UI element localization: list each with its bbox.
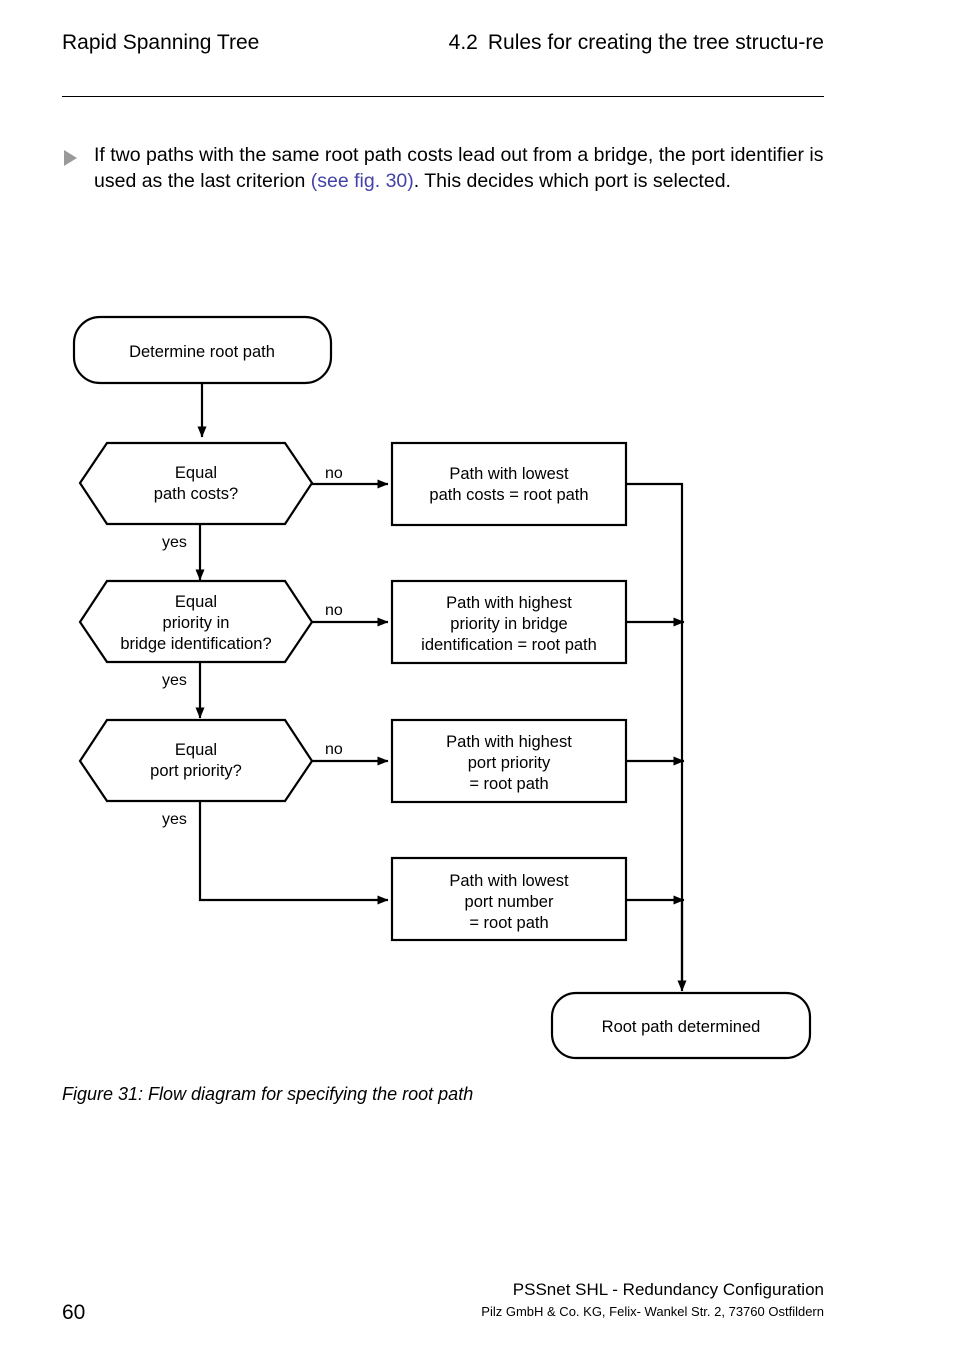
flow-action-highest-priority-bridge-identification: Path with highest priority in bridge ide… [390, 579, 628, 665]
document-page: Rapid Spanning Tree 4.2 Rules for creatin… [0, 0, 954, 1354]
footer-company-address: Pilz GmbH & Co. KG, Felix- Wankel Str. 2… [481, 1304, 824, 1319]
flow-edge-label-no-2: no [325, 602, 343, 619]
flow-action-4-line-2: port number [465, 893, 554, 911]
flow-edge-label-yes-1: yes [162, 534, 187, 551]
flow-decision-equal-priority-bridge-identification: Equal priority in bridge identification? [78, 579, 314, 664]
flow-decision-equal-port-priority: Equal port priority? [78, 718, 314, 803]
flow-decision-2-line-1: Equal [175, 593, 217, 611]
flow-node-start-label: Determine root path [129, 343, 275, 361]
triangle-bullet-icon [64, 150, 77, 166]
flow-decision-1-line-1: Equal [175, 464, 217, 482]
page-number: 60 [62, 1301, 86, 1324]
flow-action-4-line-1: Path with lowest [449, 872, 569, 890]
paragraph-text-end: . This decides which port is selected. [413, 170, 731, 192]
header-section-title: Rules for creating the tree structu-re [487, 31, 824, 54]
flow-action-lowest-path-costs: Path with lowest path costs = root path [390, 441, 628, 527]
flow-action-2-line-3: identification = root path [421, 636, 597, 654]
flow-diagram: Determine root path Equal path costs? no… [0, 295, 954, 1075]
flow-edge-label-no-1: no [325, 465, 343, 482]
flow-action-3-line-1: Path with highest [446, 733, 572, 751]
bullet-paragraph: If two paths with the same root path cos… [62, 142, 834, 194]
flow-decision-2-line-2: priority in [163, 614, 230, 632]
header-section: 4.2 Rules for creating the tree structu-r… [404, 28, 824, 58]
flow-action-4-line-3: = root path [469, 914, 548, 932]
flow-decision-2-line-3: bridge identification? [120, 635, 271, 653]
flow-action-3-line-2: port priority [468, 754, 551, 772]
flow-node-start: Determine root path [72, 315, 333, 385]
figure-caption: Figure 31: Flow diagram for specifying t… [62, 1084, 474, 1104]
bullet-paragraph-text: If two paths with the same root path cos… [94, 142, 834, 194]
figure-30-link[interactable]: (see fig. 30) [311, 170, 414, 192]
footer-imprint: PSSnet SHL - Redundancy Configuration Pi… [481, 1278, 824, 1322]
flow-decision-1-line-2: path costs? [154, 485, 238, 503]
page-footer: 60 PSSnet SHL - Redundancy Configuration… [62, 1276, 824, 1336]
flow-node-end-label: Root path determined [602, 1018, 761, 1036]
flow-action-lowest-port-number: Path with lowest port number = root path [390, 856, 628, 942]
footer-document-title: PSSnet SHL - Redundancy Configuration [512, 1280, 824, 1299]
flow-action-2-line-2: priority in bridge [450, 615, 567, 633]
flow-edge-label-no-3: no [325, 741, 343, 758]
header-chapter-title: Rapid Spanning Tree [62, 31, 260, 54]
header-section-number: 4.2 [448, 31, 478, 54]
flow-action-1-line-1: Path with lowest [449, 465, 569, 483]
flow-node-end: Root path determined [550, 991, 812, 1060]
flow-decision-3-line-1: Equal [175, 741, 217, 759]
page-header: Rapid Spanning Tree 4.2 Rules for creatin… [62, 28, 824, 90]
flow-edge-label-yes-3: yes [162, 811, 187, 828]
flow-decision-3-line-2: port priority? [150, 762, 242, 780]
flow-action-highest-port-priority: Path with highest port priority = root p… [390, 718, 628, 804]
flow-action-2-line-1: Path with highest [446, 594, 572, 612]
flow-edge-label-yes-2: yes [162, 672, 187, 689]
flow-action-3-line-3: = root path [469, 775, 548, 793]
header-divider [62, 96, 824, 97]
flow-action-1-line-2: path costs = root path [429, 486, 588, 504]
flow-decision-equal-path-costs: Equal path costs? [78, 441, 314, 526]
